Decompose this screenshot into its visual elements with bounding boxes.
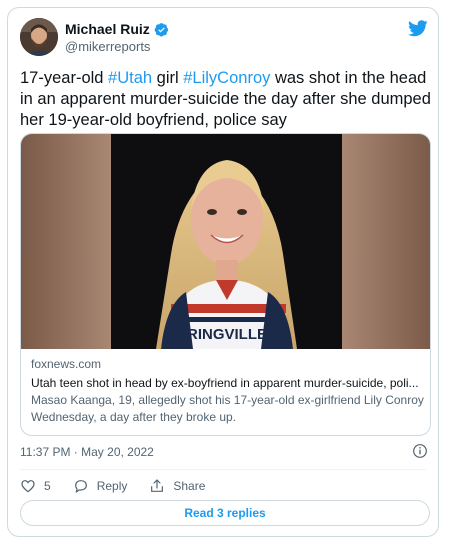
svg-text:RINGVILLE: RINGVILLE: [187, 326, 267, 343]
share-button[interactable]: Share: [149, 478, 205, 494]
reply-button[interactable]: Reply: [73, 478, 128, 494]
reply-label: Reply: [96, 479, 128, 493]
avatar-photo: [20, 18, 58, 56]
share-label: Share: [173, 479, 206, 493]
twitter-bird-icon[interactable]: [408, 20, 428, 37]
like-count: 5: [44, 479, 51, 493]
avatar[interactable]: [20, 18, 58, 56]
hashtag-link-utah[interactable]: #Utah: [108, 69, 152, 87]
author-handle[interactable]: @mikerreports: [65, 39, 150, 54]
link-card[interactable]: RINGVILLE foxnews.com Utah teen shot in …: [20, 133, 431, 436]
reply-bubble-icon: [74, 480, 87, 493]
share-icon: [151, 479, 164, 492]
tweet-text-segment: 17-year-old: [20, 69, 109, 87]
article-photo: RINGVILLE: [21, 134, 430, 349]
read-replies-button[interactable]: Read 3 replies: [20, 500, 430, 526]
link-title: Utah teen shot in head by ex-boyfriend i…: [31, 376, 419, 390]
tweet-timestamp[interactable]: 11:37 PM · May 20, 2022: [20, 445, 154, 459]
link-domain: foxnews.com: [31, 357, 102, 371]
tweet-text: 17-year-old #Utah girl #LilyConroy was s…: [20, 68, 432, 131]
divider: [20, 469, 426, 470]
hashtag-link-lilyconroy[interactable]: #LilyConroy: [183, 69, 270, 87]
heart-icon: [21, 480, 35, 493]
like-button[interactable]: 5: [20, 478, 51, 494]
action-bar: 5 Reply Share: [20, 478, 227, 494]
info-icon[interactable]: [412, 443, 428, 459]
tweet-text-segment: girl: [152, 69, 184, 87]
verified-badge-icon: [154, 22, 168, 36]
link-description: Masao Kaanga, 19, allegedly shot his 17-…: [31, 393, 424, 424]
author-name[interactable]: Michael Ruiz: [65, 21, 150, 37]
tweet-card: Michael Ruiz @mikerreports 17-year-old #…: [7, 7, 439, 537]
